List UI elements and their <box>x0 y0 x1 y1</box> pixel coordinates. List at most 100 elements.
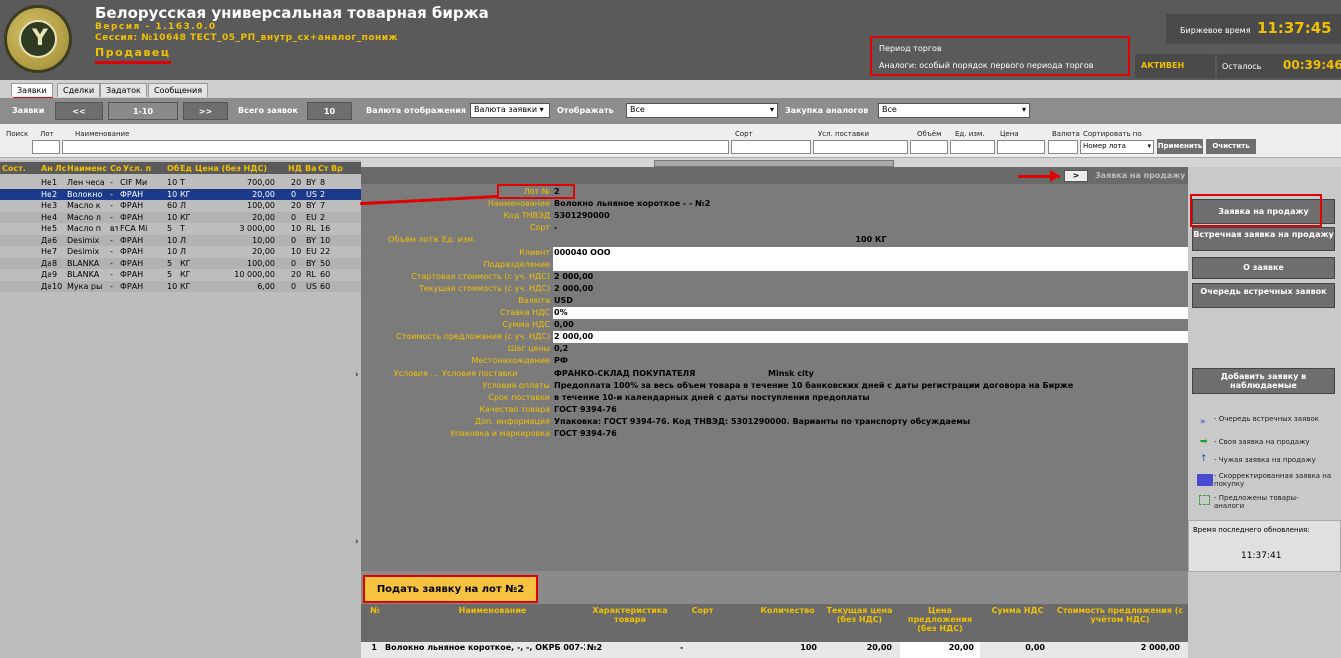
column-header[interactable]: Ва <box>305 163 317 174</box>
display-select[interactable]: Все ▾ <box>626 103 778 118</box>
table-row[interactable]: Не 4 Масло л - ФРАН 10 КГ 20,00 0 EU 2 <box>0 211 361 223</box>
chevron-down-icon: ▾ <box>769 105 774 114</box>
collapse-left-icon[interactable]: › <box>355 370 359 380</box>
grid-column-header[interactable]: Характеристика товара <box>585 606 675 624</box>
table-cell: - <box>110 189 113 199</box>
prev-page-button[interactable]: << <box>55 102 103 120</box>
table-cell: BY <box>306 178 316 187</box>
tab-deposit[interactable]: Задаток <box>100 83 147 97</box>
counter-queue-button[interactable]: Очередь встречных заявок <box>1192 283 1335 308</box>
table-cell: BY <box>306 235 316 245</box>
table-cell: 10 <box>167 247 178 256</box>
column-header[interactable]: Об <box>167 163 179 174</box>
table-row[interactable]: Не 7 Desimix - ФРАН 10 Л 20,00 10 EU 22 <box>0 246 361 257</box>
volume-filter-input[interactable] <box>910 140 948 154</box>
table-row[interactable]: Да 8 BLANKA - ФРАН 5 КГ 100,00 0 BY 50 <box>0 257 361 269</box>
column-header[interactable]: Лс <box>55 163 66 174</box>
logo-inner: Y <box>19 20 57 58</box>
name-filter-input[interactable] <box>62 140 729 154</box>
next-page-button[interactable]: >> <box>183 102 228 120</box>
grade-filter-input[interactable] <box>731 140 811 154</box>
submit-lot-button[interactable]: Подать заявку на лот №2 <box>363 575 538 603</box>
table-cell: - <box>110 212 113 222</box>
currency-filter-input[interactable] <box>1048 140 1078 154</box>
column-header[interactable]: Цена (без НДС) <box>195 163 267 174</box>
detail-value: ГОСТ 9394-76 <box>553 403 1188 416</box>
grid-column-header[interactable]: Сумма НДС <box>985 606 1050 615</box>
orders-label: Заявки <box>12 106 45 115</box>
detail-label-2: Ед. изм. <box>442 234 552 247</box>
table-row[interactable]: Да 10 Мука ры - ФРАН 10 КГ 6,00 0 US 60 <box>0 280 361 292</box>
counter-order-button[interactable]: Встречная заявка на продажу <box>1192 227 1335 251</box>
column-header[interactable]: Ан <box>41 163 53 174</box>
table-cell: - <box>110 270 113 279</box>
table-cell: BLANKA <box>67 258 100 268</box>
table-cell: 10 <box>167 212 178 222</box>
table-row[interactable]: Не 2 Волокно - ФРАН 10 КГ 20,00 0 US 2 <box>0 188 361 200</box>
column-header[interactable]: Ст <box>318 163 329 174</box>
unit-filter-input[interactable] <box>950 140 995 154</box>
grid-column-header[interactable]: Сорт <box>680 606 725 615</box>
column-header[interactable]: Наименс <box>67 163 107 174</box>
detail-value[interactable]: 2 000,00 <box>553 331 1188 344</box>
grid-column-header[interactable]: Стоимость предложения (с учётом НДС) <box>1055 606 1185 624</box>
table-cell: CIF Ми <box>120 178 148 187</box>
grid-column-header[interactable]: Цена предложения (без НДС) <box>900 606 980 633</box>
sort-select[interactable]: Номер лота ▾ <box>1080 140 1154 154</box>
grid-cell: 100 <box>800 643 817 652</box>
table-cell: 8 <box>52 258 58 268</box>
tab-messages[interactable]: Сообщения <box>148 83 209 97</box>
add-to-watch-button[interactable]: Добавить заявку в наблюдаемые <box>1192 368 1335 394</box>
table-row[interactable]: Не 5 Масло п вт FCA Mi 5 Т 3 000,00 10 RL 16 <box>0 223 361 234</box>
apply-button[interactable]: Применить <box>1157 139 1203 154</box>
table-cell: 5 <box>167 224 173 233</box>
clear-button[interactable]: Очистить <box>1206 139 1256 154</box>
currency-select[interactable]: Валюта заявки ▾ <box>470 103 550 118</box>
detail-label: Код ТНВЭД <box>362 210 552 223</box>
table-cell: Масло к <box>67 201 101 210</box>
tab-deals[interactable]: Сделки <box>57 83 101 97</box>
detail-value: 0,00 <box>553 319 1188 332</box>
detail-label: Объём лота <box>362 234 440 247</box>
column-header[interactable]: Вр <box>331 163 343 174</box>
detail-value: 0,2 <box>553 343 1188 356</box>
table-cell: 10 <box>320 235 331 245</box>
collapse-left-icon-2[interactable]: › <box>355 537 359 547</box>
table-row[interactable]: Не 3 Масло к - ФРАН 60 Л 100,00 20 BY 7 <box>0 200 361 211</box>
column-header[interactable]: Со <box>110 163 121 174</box>
table-row[interactable]: Да 6 Desimix - ФРАН 10 Л 10,00 0 BY 10 <box>0 234 361 246</box>
column-header[interactable]: Ед <box>180 163 192 174</box>
splitter-handle[interactable] <box>654 160 894 167</box>
table-cell: 10 <box>291 224 302 233</box>
price-filter-input[interactable] <box>997 140 1045 154</box>
detail-row: Объём лота Ед. изм. 100 КГ <box>362 234 1188 247</box>
table-cell: Л <box>180 235 187 245</box>
column-header[interactable]: НД <box>288 163 302 174</box>
detail-row: Сумма НДС 0,00 <box>362 319 1188 332</box>
detail-row: Качество товара ГОСТ 9394-76 <box>362 403 1188 416</box>
delivery-filter-input[interactable] <box>813 140 908 154</box>
analog-purchase-select[interactable]: Все ▾ <box>878 103 1030 118</box>
column-header[interactable]: Сост. <box>2 163 26 174</box>
grid-column-header[interactable]: Текущая цена (без НДС) <box>822 606 897 624</box>
detail-value: Волокно льняное короткое - - №2 <box>553 198 1188 211</box>
detail-label: Качество товара <box>362 403 552 416</box>
table-row[interactable]: Не 1 Лен чеса - CIF Ми 10 Т 700,00 20 BY 8 <box>0 177 361 188</box>
remaining-time: 00:39:46 <box>1283 58 1341 72</box>
lot-filter-input[interactable] <box>32 140 60 154</box>
grid-column-header[interactable]: Наименование <box>400 606 585 615</box>
detail-value: в течение 10-и календарных дней с даты п… <box>553 391 1188 404</box>
sell-order-button[interactable]: Заявка на продажу <box>1192 199 1335 224</box>
table-row[interactable]: Да 9 BLANKA - ФРАН 5 КГ 10 000,00 20 RL 60 <box>0 269 361 280</box>
toggle-button[interactable]: > <box>1064 170 1088 182</box>
grid-cell: 20,00 <box>948 643 974 652</box>
grid-column-header[interactable]: Количество <box>755 606 820 615</box>
table-cell: КГ <box>180 281 191 291</box>
grid-column-header[interactable]: № <box>365 606 385 615</box>
column-header[interactable]: Усл. п <box>123 163 151 174</box>
order-info-button[interactable]: О заявке <box>1192 257 1335 279</box>
tab-orders[interactable]: Заявки <box>11 83 53 97</box>
detail-row: Наименование Волокно льняное короткое - -… <box>362 198 1188 211</box>
detail-row: Подразделение <box>362 258 1188 271</box>
legend-corrected: - Скорректированная заявка на покупку <box>1214 472 1332 488</box>
